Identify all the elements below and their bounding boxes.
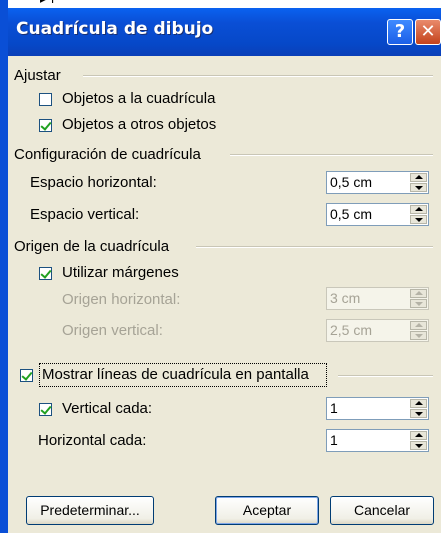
snap-to-grid-label[interactable]: Objetos a la cuadrícula [62, 90, 215, 107]
horizontal-every-spinner[interactable]: 1 [326, 429, 429, 452]
spin-down-icon[interactable] [410, 215, 427, 224]
title-bar[interactable]: Cuadrícula de dibujo ? ✕ [8, 8, 441, 56]
vertical-origin-spinner: 2,5 cm [326, 319, 429, 342]
horizontal-every-label: Horizontal cada: [38, 432, 147, 449]
horizontal-spacing-value[interactable]: 0,5 cm [330, 174, 372, 190]
spin-up-icon [410, 321, 427, 330]
grid-settings-dialog: Cuadrícula de dibujo ? ✕ Ajustar Objetos… [8, 8, 441, 533]
horizontal-origin-label: Origen horizontal: [62, 291, 181, 308]
vertical-every-label[interactable]: Vertical cada: [62, 400, 152, 417]
horizontal-origin-spinner: 3 cm [326, 287, 429, 310]
help-icon[interactable]: ? [387, 19, 413, 45]
show-gridlines-checkbox[interactable] [20, 369, 33, 382]
spin-up-icon[interactable] [410, 205, 427, 214]
spin-down-icon[interactable] [410, 183, 427, 192]
section-divider [83, 75, 433, 77]
spin-up-icon[interactable] [410, 399, 427, 408]
spinner-arrows [410, 321, 427, 340]
use-margins-label[interactable]: Utilizar márgenes [62, 264, 179, 281]
vertical-every-value[interactable]: 1 [330, 400, 338, 416]
spin-up-icon [410, 289, 427, 298]
section-grid-origin-heading: Origen de la cuadrícula [14, 238, 170, 255]
spinner-arrows[interactable] [410, 431, 427, 450]
horizontal-spacing-label: Espacio horizontal: [30, 174, 157, 191]
spinner-arrows[interactable] [410, 173, 427, 192]
section-grid-config-heading: Configuración de cuadrícula [14, 146, 201, 163]
vertical-spacing-spinner[interactable]: 0,5 cm [326, 203, 429, 226]
background-text-fragment: ▸ l · · · · · · · · · · · · [40, 0, 162, 7]
vertical-every-checkbox[interactable] [39, 403, 52, 416]
cancel-button[interactable]: Cancelar [330, 496, 434, 525]
horizontal-origin-value: 3 cm [330, 290, 361, 306]
background-window-edge [0, 0, 8, 533]
section-divider [196, 246, 433, 248]
close-icon[interactable]: ✕ [415, 19, 441, 45]
ok-button[interactable]: Aceptar [215, 496, 319, 525]
section-snap-heading: Ajustar [14, 67, 61, 84]
vertical-every-spinner[interactable]: 1 [326, 397, 429, 420]
spinner-arrows[interactable] [410, 399, 427, 418]
spin-down-icon [410, 331, 427, 340]
spin-up-icon[interactable] [410, 431, 427, 440]
vertical-origin-label: Origen vertical: [62, 322, 163, 339]
close-glyph: ✕ [420, 21, 436, 42]
help-glyph: ? [394, 21, 406, 42]
use-margins-checkbox[interactable] [39, 267, 52, 280]
spin-down-icon [410, 299, 427, 308]
horizontal-spacing-spinner[interactable]: 0,5 cm [326, 171, 429, 194]
set-default-button[interactable]: Predeterminar... [26, 496, 154, 525]
show-gridlines-label[interactable]: Mostrar líneas de cuadrícula en pantalla [42, 366, 309, 383]
snap-to-objects-checkbox[interactable] [39, 119, 52, 132]
snap-to-grid-checkbox[interactable] [39, 93, 52, 106]
vertical-spacing-label: Espacio vertical: [30, 206, 140, 223]
spinner-arrows[interactable] [410, 205, 427, 224]
vertical-spacing-value[interactable]: 0,5 cm [330, 206, 372, 222]
spinner-arrows [410, 289, 427, 308]
spin-down-icon[interactable] [410, 409, 427, 418]
spin-down-icon[interactable] [410, 441, 427, 450]
section-divider [230, 154, 433, 156]
horizontal-every-value[interactable]: 1 [330, 432, 338, 448]
dialog-title: Cuadrícula de dibujo [16, 19, 214, 39]
section-divider [338, 375, 433, 377]
vertical-origin-value: 2,5 cm [330, 322, 373, 338]
spin-up-icon[interactable] [410, 173, 427, 182]
snap-to-objects-label[interactable]: Objetos a otros objetos [62, 116, 216, 133]
background-window-strip: ▸ l · · · · · · · · · · · · [0, 0, 441, 8]
